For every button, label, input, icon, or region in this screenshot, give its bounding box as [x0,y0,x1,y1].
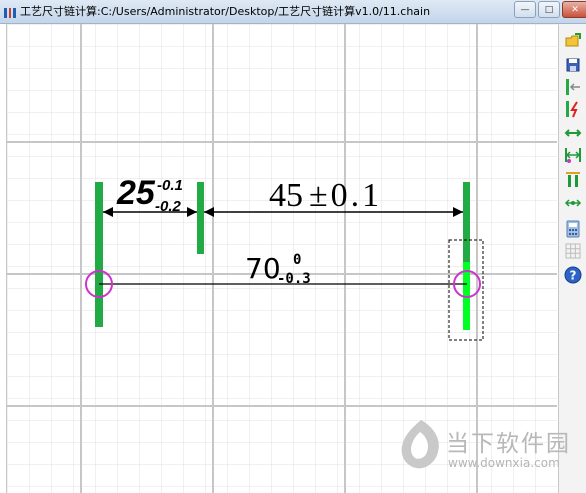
maximize-button[interactable]: □ [538,1,560,18]
watermark: 当下软件园 www.downxia.com [398,418,578,478]
connect-dimension-icon[interactable] [564,194,582,212]
add-reference-line-icon[interactable] [564,78,582,96]
dim1-upper-deviation: -0.1 [157,177,183,194]
title-bar: 工艺尺寸链计算:C:/Users/Administrator/Desktop/工… [0,0,586,24]
closing-nominal: 70 [245,252,281,285]
dim2-nominal: 45 [269,177,303,214]
save-disk-icon[interactable] [564,56,582,74]
svg-text:?: ? [570,269,577,283]
window-controls: — □ ✕ [512,1,586,19]
window-title: 工艺尺寸链计算:C:/Users/Administrator/Desktop/工… [20,5,431,18]
reference-line-right[interactable] [463,182,470,262]
dim2-tolerance: ±0.1 [309,177,382,214]
close-button[interactable]: ✕ [562,1,586,18]
calculator-icon[interactable] [564,220,582,238]
watermark-logo [401,420,439,469]
app-icon [3,5,17,19]
closing-upper-deviation: 0 [293,252,301,268]
align-tool-icon[interactable] [564,170,582,188]
dim1-nominal: 25 [116,174,156,212]
help-icon[interactable]: ? [564,266,582,284]
reference-line-left[interactable] [95,182,103,327]
add-line-flash-icon[interactable] [564,100,582,118]
watermark-url: www.downxia.com [448,456,560,470]
grid-icon[interactable] [564,242,582,260]
minimize-button[interactable]: — [514,1,536,18]
open-folder-icon[interactable] [564,32,582,50]
dim1-lower-deviation: -0.2 [155,198,182,215]
closing-lower-deviation: -0.3 [277,271,311,287]
watermark-brand: 当下软件园 [446,431,571,457]
reference-line-middle[interactable] [197,182,204,254]
add-dimension-arrow-icon[interactable] [564,124,582,142]
add-closed-ring-icon[interactable] [564,146,582,164]
